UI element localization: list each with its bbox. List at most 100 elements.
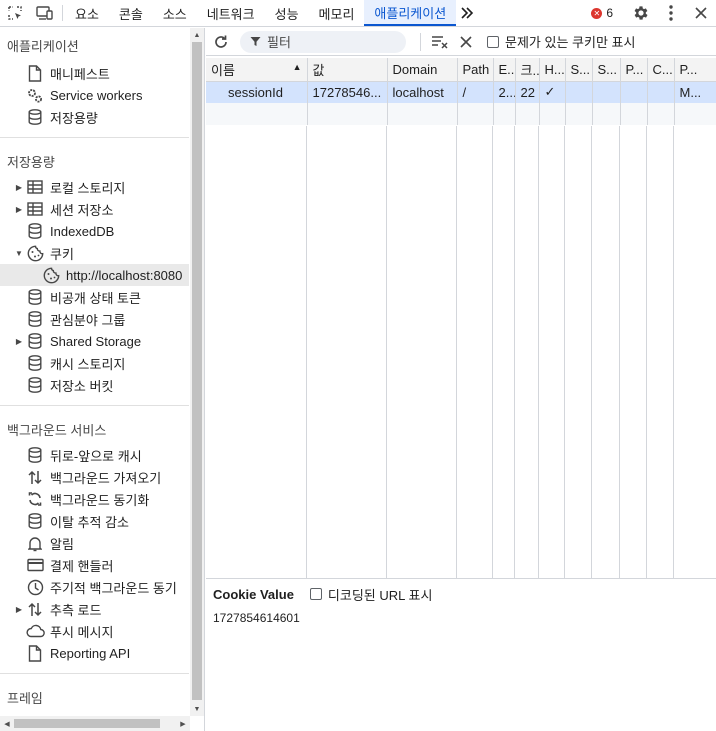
column-header-7[interactable]: S...	[565, 58, 593, 82]
checkbox-box[interactable]	[487, 35, 499, 48]
column-divider	[673, 126, 674, 578]
column-header-9[interactable]: P...	[620, 58, 648, 82]
tab-network[interactable]: 네트워크	[197, 0, 265, 26]
sidebar-item-추측-로드[interactable]: ▶ 추측 로드	[0, 598, 189, 620]
tab-performance[interactable]: 성능	[265, 0, 309, 26]
tab-console[interactable]: 콘솔	[109, 0, 153, 26]
table-cell	[647, 81, 675, 103]
sidebar-item-백그라운드-가져오기[interactable]: 백그라운드 가져오기	[0, 466, 189, 488]
sidebar-item-label: 관심분야 그룹	[50, 312, 126, 328]
sidebar-horizontal-scrollbar[interactable]: ◀ ▶	[0, 716, 190, 731]
only-issues-checkbox[interactable]: 문제가 있는 쿠키만 표시	[487, 32, 635, 51]
sidebar-item-이탈-추적-감소[interactable]: 이탈 추적 감소	[0, 510, 189, 532]
expand-down-arrow-icon[interactable]: ▼	[14, 249, 24, 258]
tab-sources[interactable]: 소스	[153, 0, 197, 26]
sidebar-item-저장소-버킷[interactable]: 저장소 버킷	[0, 374, 189, 396]
sidebar-item-푸시-메시지[interactable]: 푸시 메시지	[0, 620, 189, 642]
column-header-label: E...	[498, 61, 515, 77]
sidebar-item-매니페스트[interactable]: 매니페스트	[0, 62, 189, 84]
column-header-label: S...	[597, 61, 618, 77]
column-header-4[interactable]: E...	[493, 58, 516, 82]
cookie-icon	[24, 244, 46, 262]
clear-all-cookies-icon[interactable]	[453, 28, 479, 56]
sidebar-item-label: 로컬 스토리지	[50, 180, 126, 196]
sidebar-item-쿠키[interactable]: ▼ 쿠키	[0, 242, 189, 264]
column-divider	[386, 126, 387, 578]
expand-right-arrow-icon[interactable]: ▶	[14, 183, 24, 192]
column-divider	[306, 126, 307, 578]
sidebar-item-뒤로-앞으로-캐시[interactable]: 뒤로-앞으로 캐시	[0, 444, 189, 466]
column-header-2[interactable]: Domain	[387, 58, 458, 82]
sidebar-item-저장용량[interactable]: 저장용량	[0, 106, 189, 128]
sidebar-vertical-scrollbar[interactable]: ▲ ▼	[190, 28, 204, 716]
column-header-10[interactable]: C...	[647, 58, 675, 82]
table-cell	[674, 103, 716, 125]
scroll-up-arrow-icon[interactable]: ▲	[190, 28, 204, 42]
error-count-badge[interactable]: ✕ 6	[583, 6, 621, 20]
expand-right-arrow-icon[interactable]: ▶	[14, 605, 24, 614]
table-empty-row	[206, 103, 716, 125]
sidebar-item-결제-핸들러[interactable]: 결제 핸들러	[0, 554, 189, 576]
sidebar-item-shared-storage[interactable]: ▶ Shared Storage	[0, 330, 189, 352]
sidebar-item-비공개-상태-토큰[interactable]: 비공개 상태 토큰	[0, 286, 189, 308]
tab-application[interactable]: 애플리케이션	[364, 0, 457, 26]
filter-input[interactable]: 필터	[240, 30, 406, 53]
cookie-value-title: Cookie Value	[213, 586, 294, 602]
close-devtools-icon[interactable]	[686, 0, 716, 27]
column-header-1[interactable]: 값	[307, 58, 388, 82]
sidebar-item-label: 주기적 백그라운드 동기	[50, 580, 177, 596]
device-toolbar-icon[interactable]	[30, 0, 60, 26]
refresh-icon[interactable]	[206, 28, 236, 56]
column-header-label: P...	[625, 61, 644, 77]
table-cell: ✓	[539, 81, 566, 103]
section-header-application: 애플리케이션	[7, 38, 79, 54]
column-header-11[interactable]: P...	[674, 58, 716, 82]
column-header-5[interactable]: 크...	[515, 58, 540, 82]
sidebar-item-http-localhost-8080[interactable]: http://localhost:8080	[0, 264, 189, 286]
section-header-frames: 프레임	[7, 690, 43, 706]
checkbox-box[interactable]	[309, 588, 322, 600]
sort-ascending-icon: ▲	[292, 61, 302, 72]
scrollbar-thumb[interactable]	[14, 719, 160, 728]
sidebar-item-세션-저장소[interactable]: ▶ 세션 저장소	[0, 198, 189, 220]
more-tabs-icon[interactable]	[456, 0, 478, 26]
settings-gear-icon[interactable]	[626, 0, 656, 27]
inspect-element-icon[interactable]	[0, 0, 30, 26]
scroll-down-arrow-icon[interactable]: ▼	[190, 702, 204, 716]
sidebar-item-reporting-api[interactable]: Reporting API	[0, 642, 189, 664]
sidebar-item-indexeddb[interactable]: IndexedDB	[0, 220, 189, 242]
clear-filtered-cookies-icon[interactable]	[427, 28, 453, 56]
expand-right-arrow-icon[interactable]: ▶	[14, 205, 24, 214]
sidebar-item-백그라운드-동기화[interactable]: 백그라운드 동기화	[0, 488, 189, 510]
sidebar-tree: 애플리케이션 매니페스트 Service workers 저장용량 저장용량 ▶ 로컬…	[0, 28, 189, 712]
error-count: 6	[606, 6, 613, 20]
sidebar-item-service-workers[interactable]: Service workers	[0, 84, 189, 106]
sidebar-item-캐시-스토리지[interactable]: 캐시 스토리지	[0, 352, 189, 374]
column-header-3[interactable]: Path	[457, 58, 494, 82]
tab-memory[interactable]: 메모리	[309, 0, 365, 26]
card-icon	[24, 556, 46, 574]
cookie-value-text: 1727854614601	[213, 611, 300, 625]
column-header-label: Domain	[392, 61, 438, 77]
sidebar-item-label: 이탈 추적 감소	[50, 514, 129, 530]
more-options-icon[interactable]	[656, 0, 686, 27]
column-header-8[interactable]: S...	[592, 58, 621, 82]
sidebar-item-알림[interactable]: 알림	[0, 532, 189, 554]
column-header-0[interactable]: 이름 ▲	[206, 58, 308, 82]
fetch-arrows-icon	[24, 468, 46, 486]
scrollbar-thumb[interactable]	[192, 42, 202, 700]
scroll-right-arrow-icon[interactable]: ▶	[176, 716, 190, 731]
expand-right-arrow-icon[interactable]: ▶	[14, 337, 24, 346]
table-row[interactable]: sessionId 17278546... localhost/2... 22 ✓ M..…	[206, 81, 716, 103]
tab-elements[interactable]: 요소	[65, 0, 109, 26]
devtools-tabbar: 요소 콘솔 소스 네트워크 성능 메모리 애플리케이션 ✕ 6	[0, 0, 716, 27]
sidebar-item-label: 백그라운드 동기화	[50, 492, 150, 508]
table-cell: 2...	[493, 81, 516, 103]
column-header-label: 크...	[520, 62, 539, 78]
scroll-left-arrow-icon[interactable]: ◀	[0, 716, 14, 731]
show-decoded-url-checkbox[interactable]: 디코딩된 URL 표시	[309, 585, 432, 604]
sidebar-item-로컬-스토리지[interactable]: ▶ 로컬 스토리지	[0, 176, 189, 198]
column-header-6[interactable]: H...	[539, 58, 566, 82]
sidebar-item-주기적-백그라운드-동기[interactable]: 주기적 백그라운드 동기	[0, 576, 189, 598]
sidebar-item-관심분야-그룹[interactable]: 관심분야 그룹	[0, 308, 189, 330]
